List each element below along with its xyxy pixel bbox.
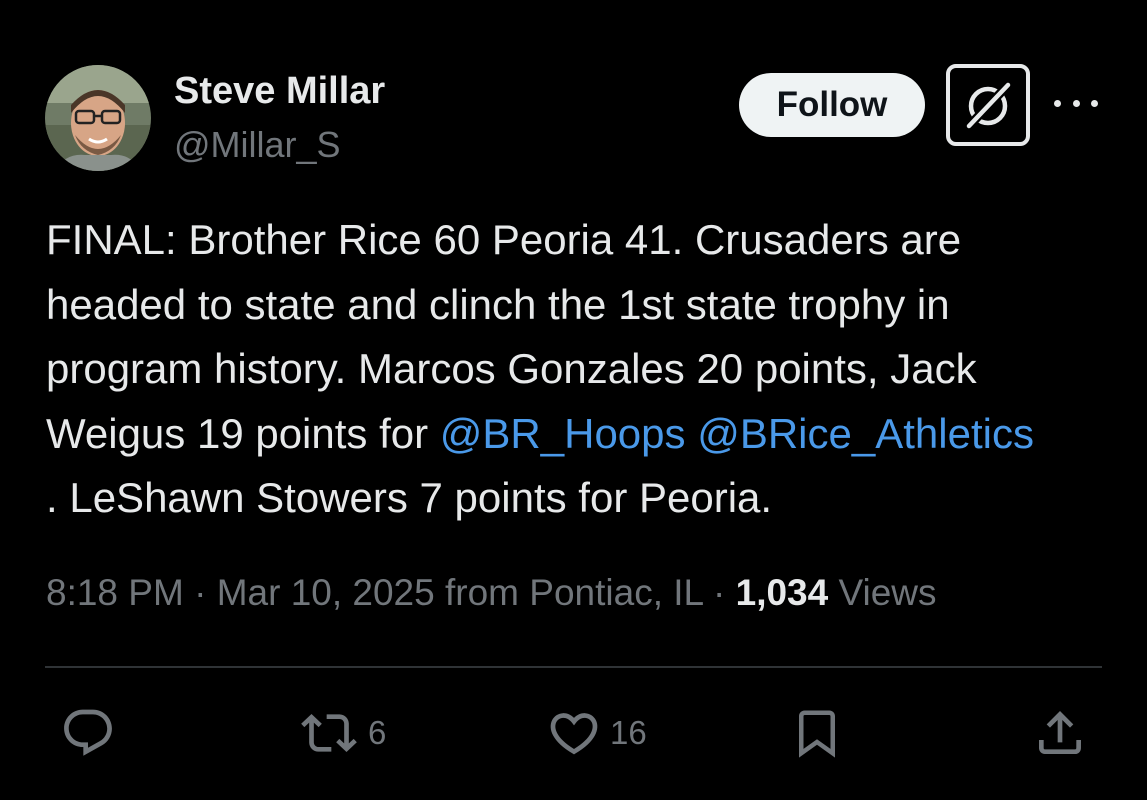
avatar[interactable] xyxy=(45,65,151,171)
retweet-button[interactable]: 6 xyxy=(298,705,386,761)
meta-separator: · xyxy=(702,572,736,613)
retweet-count: 6 xyxy=(368,714,387,751)
tweet-time[interactable]: 8:18 PM xyxy=(46,572,184,613)
tweet-line: FINAL: Brother Rice 60 Peoria 41. Crusad… xyxy=(46,216,962,263)
retweet-icon xyxy=(301,714,357,752)
views-count: 1,034 xyxy=(735,572,829,613)
divider xyxy=(45,666,1102,668)
views-label: Views xyxy=(828,572,937,613)
grok-icon xyxy=(965,81,1012,130)
reply-button[interactable] xyxy=(60,705,116,761)
tweet-meta: 8:18 PM · Mar 10, 2025 from Pontiac, IL … xyxy=(46,572,937,614)
tweet-line: Weigus 19 points for @BR_Hoops @BRice_At… xyxy=(46,402,1126,467)
tweet-text: FINAL: Brother Rice 60 Peoria 41. Crusad… xyxy=(46,208,1126,531)
meta-separator: · xyxy=(183,572,217,613)
tweet-line: program history. Marcos Gonzales 20 poin… xyxy=(46,345,977,392)
bookmark-button[interactable] xyxy=(790,705,844,761)
bookmark-icon xyxy=(799,710,835,758)
heart-icon xyxy=(550,713,598,755)
grok-button[interactable] xyxy=(946,64,1030,146)
follow-button[interactable]: Follow xyxy=(739,73,925,137)
share-icon xyxy=(1039,711,1081,754)
share-button[interactable] xyxy=(1032,705,1088,761)
tweet-location: from Pontiac, IL xyxy=(434,572,703,613)
more-icon-dot xyxy=(1091,99,1098,107)
more-button[interactable] xyxy=(1054,88,1098,118)
tweet-line-text: Weigus 19 points for xyxy=(46,409,440,457)
author-name[interactable]: Steve Millar xyxy=(174,70,385,113)
tweet-date[interactable]: Mar 10, 2025 xyxy=(217,572,435,613)
avatar-image xyxy=(45,65,151,171)
more-icon-dot xyxy=(1072,99,1080,107)
reply-icon xyxy=(64,709,112,756)
like-count: 16 xyxy=(610,714,647,751)
tweet-line: headed to state and clinch the 1st state… xyxy=(46,280,950,328)
author-handle[interactable]: @Millar_S xyxy=(174,124,341,166)
mention-link[interactable]: @BR_Hoops xyxy=(440,410,686,457)
like-button[interactable]: 16 xyxy=(546,705,647,761)
mention-link[interactable]: @BRice_Athletics xyxy=(697,410,1034,457)
tweet-line: . LeShawn Stowers 7 points for Peoria. xyxy=(46,474,773,521)
more-icon-dot xyxy=(1054,99,1061,107)
